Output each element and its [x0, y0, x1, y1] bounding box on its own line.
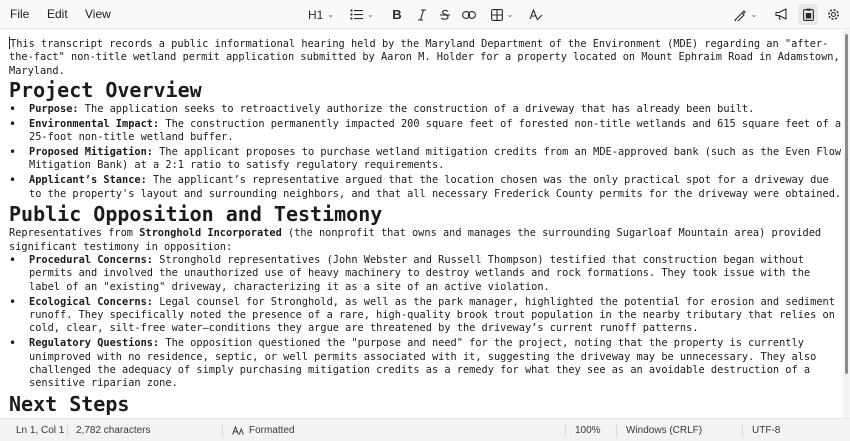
heading-level-dropdown[interactable]: H1 ⌄: [303, 4, 339, 25]
menu-file[interactable]: File: [8, 0, 31, 29]
list-item-text: The applicant’s representative argued th…: [29, 174, 842, 200]
link-icon: [462, 10, 476, 19]
intro-paragraph: This transcript records a public informa…: [9, 37, 843, 78]
list-item: Environmental Impact: The construction p…: [9, 118, 843, 145]
list-item-term: Procedural Concerns:: [29, 254, 153, 267]
encoding[interactable]: UTF-8: [752, 419, 780, 441]
settings-button[interactable]: [823, 4, 843, 25]
list-item-term: Environmental Impact:: [29, 117, 160, 130]
insert-link-button[interactable]: [460, 4, 478, 25]
menu-edit[interactable]: Edit: [45, 0, 70, 29]
heading-next-steps: Next Steps: [9, 392, 130, 417]
strikethrough-button[interactable]: [437, 4, 453, 25]
character-count: 2,782 characters: [76, 425, 151, 436]
list-item-term: Applicant’s Stance:: [29, 174, 147, 187]
zoom-level[interactable]: 100%: [575, 419, 601, 441]
toolbar: File Edit View H1 ⌄ ⌄ B ⌄ ⌄: [0, 0, 850, 29]
italic-button[interactable]: [414, 4, 430, 25]
status-divider: [742, 424, 743, 437]
heading-public-opposition: Public Opposition and Testimony: [9, 202, 383, 227]
heading-level-label: H1: [307, 7, 324, 22]
italic-icon: [418, 8, 426, 21]
status-divider: [565, 424, 566, 437]
share-button[interactable]: [772, 4, 792, 25]
opposition-paragraph: Representatives from Stronghold Incorpor…: [9, 227, 843, 254]
status-bar: Ln 1, Col 1 2,782 characters Formatted 1…: [0, 418, 850, 441]
list-item-term: Ecological Concerns:: [29, 295, 153, 308]
pen-sparkle-icon: [733, 9, 747, 21]
table-icon: [490, 8, 503, 21]
status-divider: [67, 424, 68, 437]
format-toggle[interactable]: Formatted: [232, 419, 295, 441]
paragraph-emphasis: Stronghold Incorporated: [139, 227, 282, 240]
strikethrough-icon: [440, 9, 450, 20]
list-format-dropdown[interactable]: ⌄: [347, 4, 377, 25]
list-item: Ecological Concerns: Legal counsel for S…: [9, 296, 843, 336]
document-editor[interactable]: This transcript records a public informa…: [0, 30, 843, 418]
bulleted-list-icon: [350, 9, 364, 20]
scrollbar-thumb[interactable]: [845, 34, 848, 374]
cursor-position[interactable]: Ln 1, Col 1: [16, 419, 64, 441]
clipboard-icon: [802, 8, 814, 21]
list-item-term: Regulatory Questions:: [29, 337, 160, 350]
project-overview-list: Purpose: The application seeks to retroa…: [9, 103, 843, 201]
list-item: Applicant’s Stance: The applicant’s repr…: [9, 174, 843, 201]
list-item: Procedural Concerns: Stronghold represen…: [9, 254, 843, 294]
paragraph-text: Representatives from: [9, 227, 140, 240]
chevron-down-icon: ⌄: [506, 10, 514, 19]
chevron-down-icon: ⌄: [367, 10, 374, 19]
list-item: Proposed Mitigation: The applicant propo…: [9, 146, 843, 173]
list-item-term: Purpose:: [29, 103, 79, 116]
megaphone-icon: [775, 8, 787, 21]
clipboard-button[interactable]: [798, 4, 818, 25]
status-divider: [616, 424, 617, 437]
clear-formatting-icon: [529, 8, 543, 20]
menu-view[interactable]: View: [83, 0, 113, 29]
chevron-down-icon: ⌄: [750, 10, 758, 19]
status-divider: [222, 424, 223, 437]
vertical-scrollbar[interactable]: [843, 30, 850, 418]
clear-formatting-button[interactable]: [526, 4, 546, 25]
list-item-term: Proposed Mitigation:: [29, 146, 153, 159]
bold-button[interactable]: B: [389, 4, 405, 25]
formatting-icon: [232, 426, 244, 435]
opposition-list: Procedural Concerns: Stronghold represen…: [9, 254, 843, 391]
gear-icon: [827, 9, 839, 20]
line-ending[interactable]: Windows (CRLF): [626, 419, 702, 441]
list-item: Regulatory Questions: The opposition que…: [9, 337, 843, 391]
list-item: Purpose: The application seeks to retroa…: [9, 103, 843, 117]
intro-text: This transcript records a public informa…: [9, 38, 840, 77]
heading-project-overview: Project Overview: [9, 78, 202, 103]
bold-icon: B: [392, 7, 402, 22]
format-label: Formatted: [249, 425, 295, 436]
copilot-rewrite-dropdown[interactable]: ⌄: [730, 4, 760, 25]
list-item-text: The application seeks to retroactively a…: [78, 103, 755, 116]
insert-table-dropdown[interactable]: ⌄: [487, 4, 517, 25]
chevron-down-icon: ⌄: [327, 10, 335, 19]
